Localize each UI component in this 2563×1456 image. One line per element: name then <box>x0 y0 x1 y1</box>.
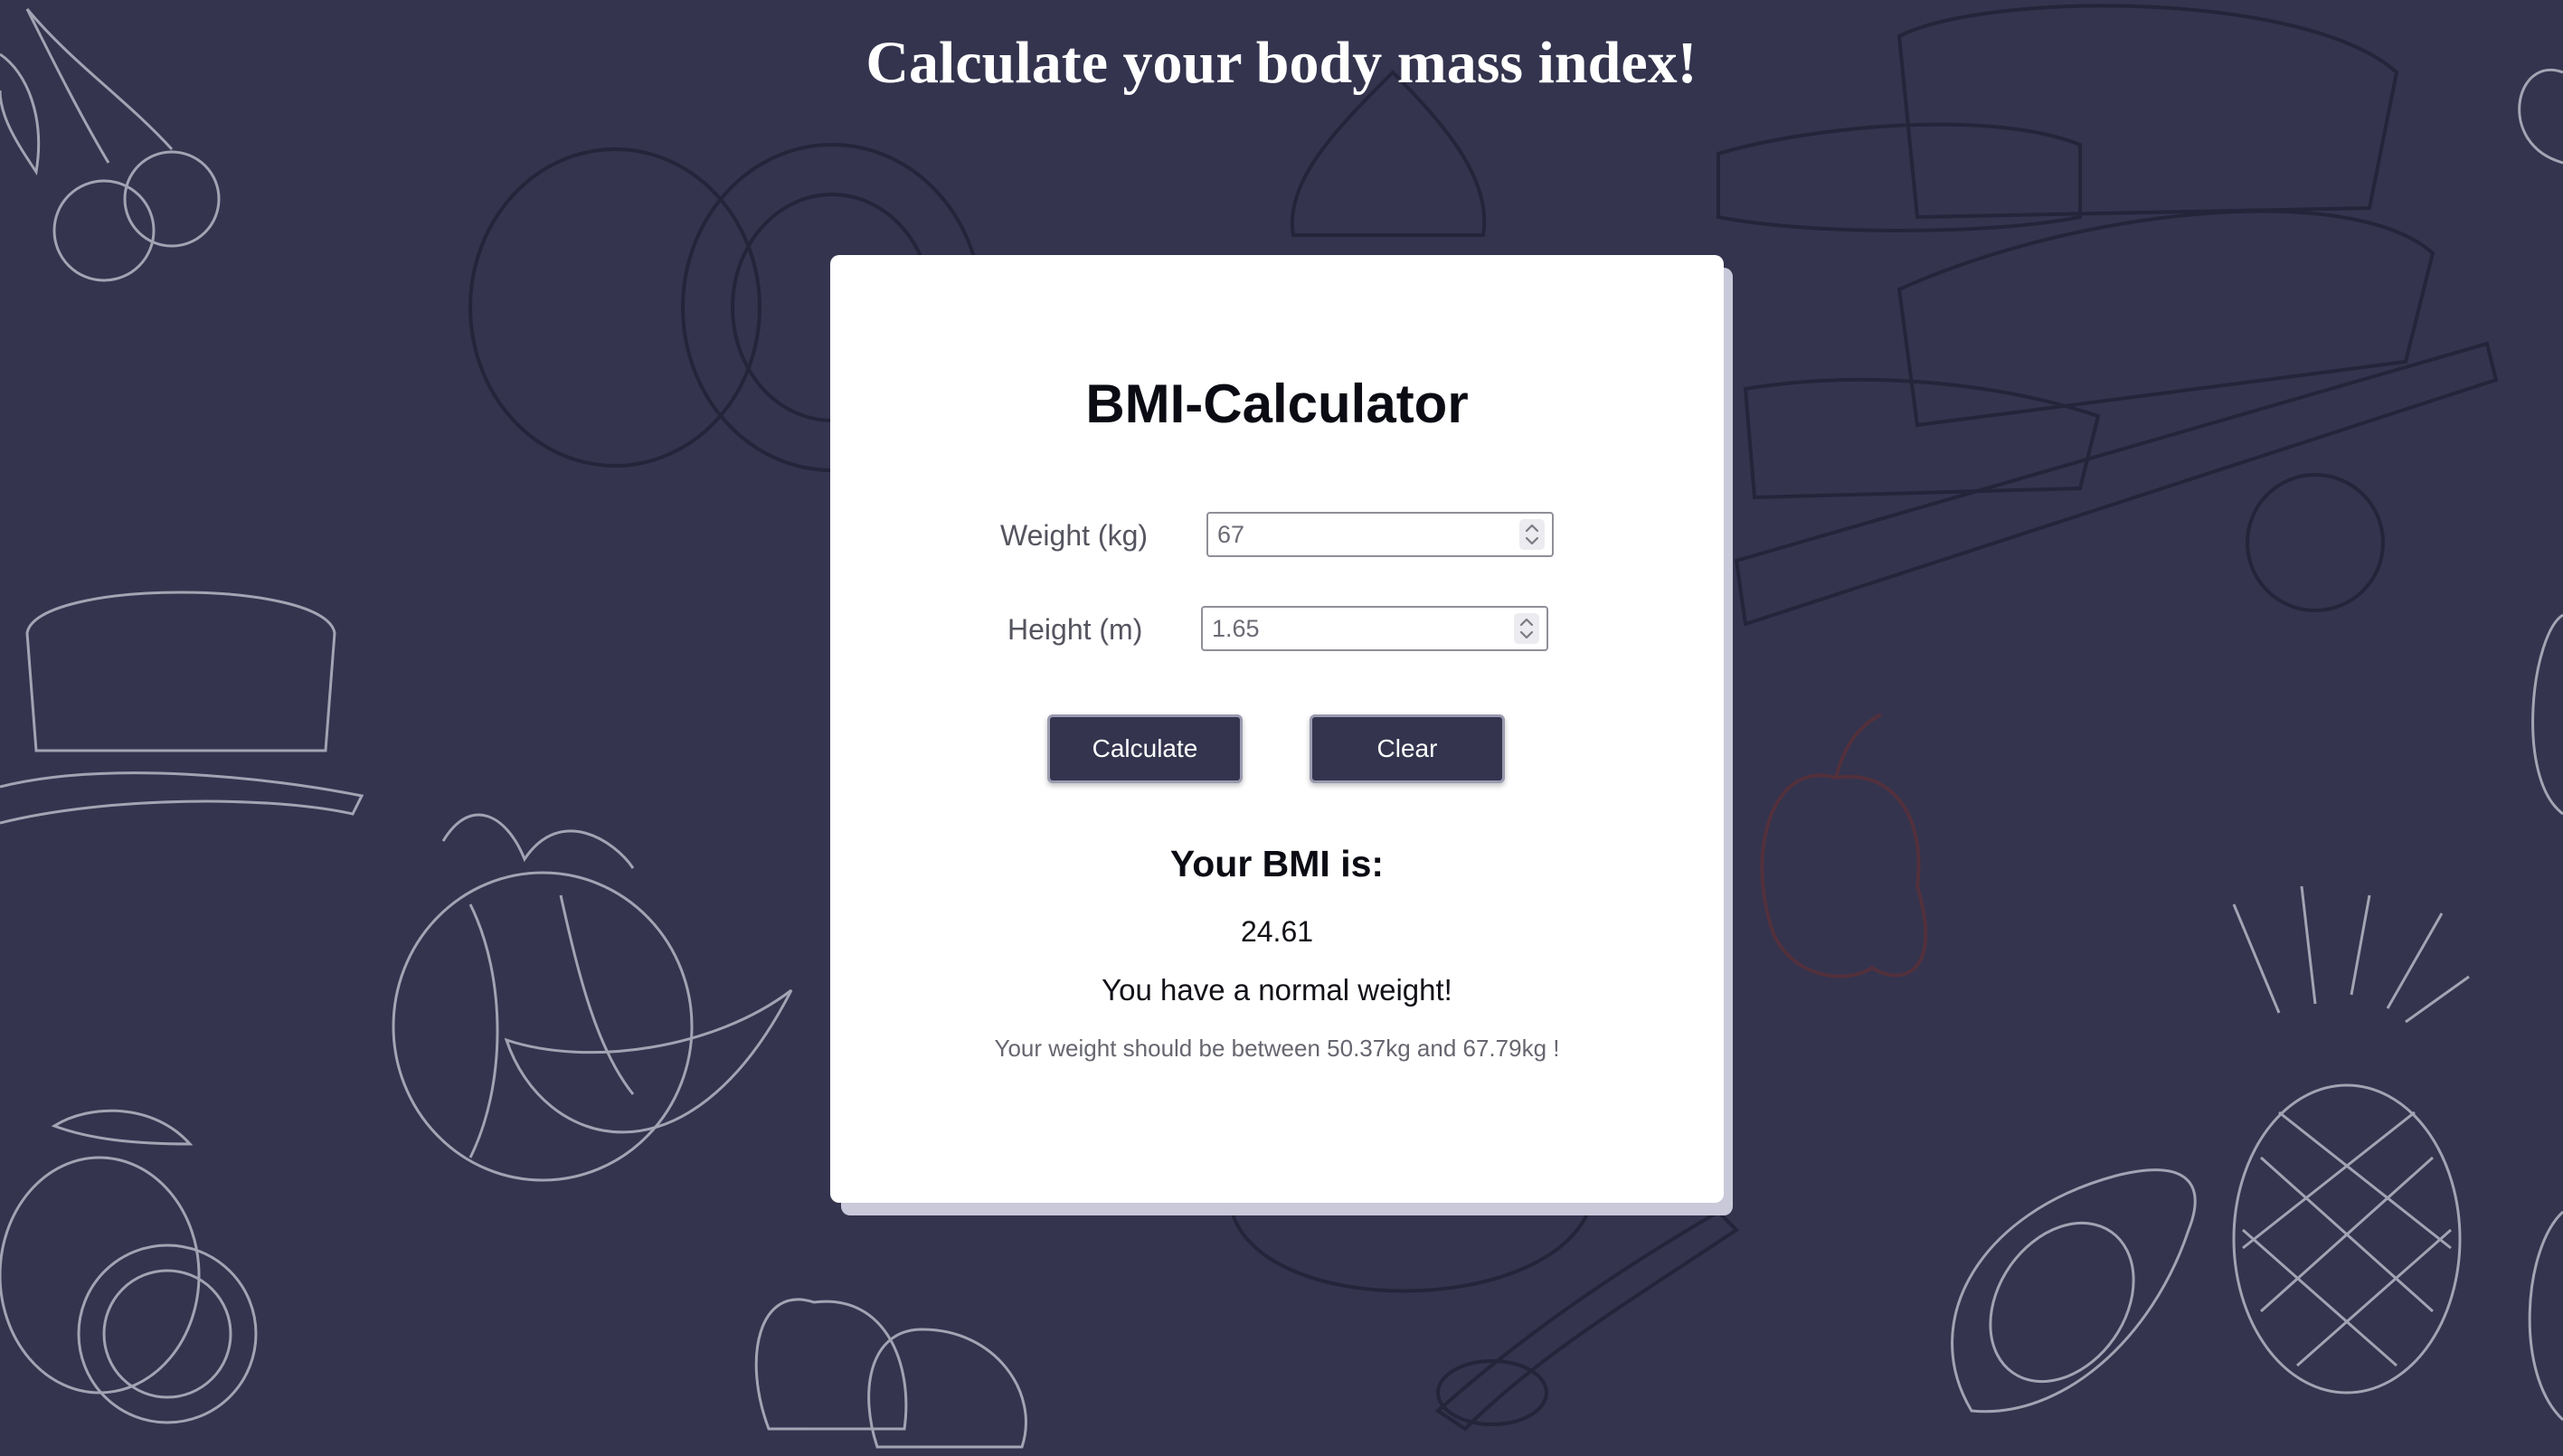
weight-input-field[interactable] <box>1217 514 1489 555</box>
clear-button[interactable]: Clear <box>1310 714 1505 783</box>
calculate-button[interactable]: Calculate <box>1047 714 1243 783</box>
melon-illustration <box>392 813 793 1182</box>
lemon-illustration <box>0 1109 258 1424</box>
weight-label: Weight (kg) <box>1000 519 1149 552</box>
bowl-illustration <box>1228 1202 1740 1432</box>
chevron-up-down-icon <box>1525 524 1539 545</box>
apple-illustration <box>1760 713 1928 979</box>
bmi-value: 24.61 <box>1240 915 1314 948</box>
height-spinner[interactable] <box>1514 613 1539 644</box>
strawberries-illustration <box>754 1298 1027 1449</box>
page-title: Calculate your body mass index! <box>865 30 1698 96</box>
bread-illustration <box>0 591 364 825</box>
bmi-category: You have a normal weight! <box>1102 973 1452 1007</box>
healthy-weight-range: Your weight should be between 50.37kg an… <box>994 1035 1560 1062</box>
bmi-calculator-card: BMI-Calculator Weight (kg) Height (m) Ca… <box>830 255 1724 1203</box>
chevron-up-down-icon <box>1519 618 1534 639</box>
height-input-field[interactable] <box>1212 608 1483 649</box>
card-title: BMI-Calculator <box>1085 373 1469 434</box>
papaya-illustration <box>1951 1168 2197 1413</box>
result-heading: Your BMI is: <box>1169 843 1385 884</box>
weight-input[interactable] <box>1206 512 1554 557</box>
height-input[interactable] <box>1201 606 1548 651</box>
weight-spinner[interactable] <box>1519 519 1545 550</box>
pineapple-illustration <box>2232 885 2470 1395</box>
height-label: Height (m) <box>1007 613 1143 646</box>
